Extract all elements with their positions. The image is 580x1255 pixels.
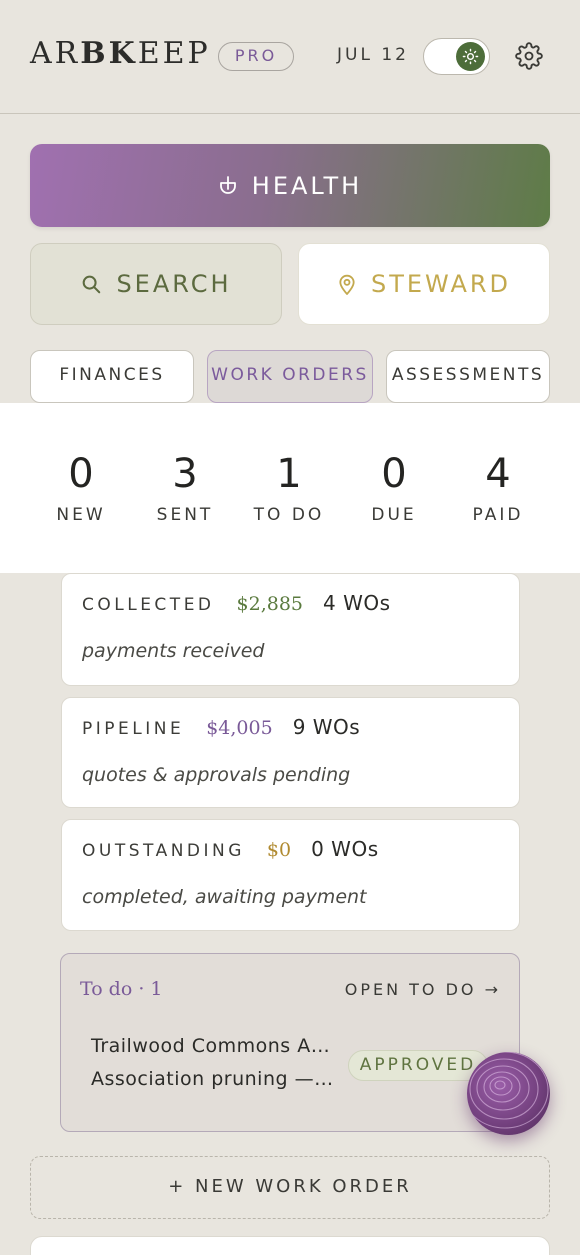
pro-badge: PRO xyxy=(218,42,294,71)
tab-finances[interactable]: FINANCES xyxy=(30,350,194,403)
toggle-knob xyxy=(456,42,485,71)
shovel-icon xyxy=(219,175,236,194)
next-section-card xyxy=(30,1236,550,1255)
stat-value: 3 xyxy=(172,451,198,497)
stat-value: 1 xyxy=(276,451,302,497)
stat-paid[interactable]: 4 PAID xyxy=(443,451,553,525)
search-button[interactable]: SEARCH xyxy=(30,243,282,325)
card-title: OUTSTANDING xyxy=(82,841,245,861)
stat-label: DUE xyxy=(371,505,417,525)
health-button[interactable]: HEALTH xyxy=(30,144,550,227)
stat-label: PAID xyxy=(472,505,524,525)
logo-text-bold: BK xyxy=(80,36,138,71)
card-amount: $2,885 xyxy=(236,593,304,615)
pipeline-card[interactable]: PIPELINE $4,005 9 WOs quotes & approvals… xyxy=(61,697,520,808)
assistant-orb-button[interactable] xyxy=(467,1052,550,1135)
steward-label: STEWARD xyxy=(370,270,512,298)
app-header: ARBKEEP PRO JUL 12 xyxy=(0,0,580,114)
settings-gear-icon[interactable] xyxy=(515,42,543,70)
stat-value: 0 xyxy=(381,451,407,497)
collected-card[interactable]: COLLECTED $2,885 4 WOs payments received xyxy=(61,573,520,686)
logo-text-2: EEP xyxy=(137,36,211,71)
health-label: HEALTH xyxy=(251,171,363,200)
todo-item-title[interactable]: Trailwood Commons A… xyxy=(91,1035,330,1057)
todo-title: To do · 1 xyxy=(80,978,163,1000)
card-header: COLLECTED $2,885 4 WOs xyxy=(82,591,391,615)
tab-work-orders[interactable]: WORK ORDERS xyxy=(207,350,373,403)
stat-value: 4 xyxy=(485,451,511,497)
card-title: PIPELINE xyxy=(82,719,185,739)
todo-item-subtitle[interactable]: Association pruning —… xyxy=(91,1068,334,1090)
card-title: COLLECTED xyxy=(82,595,215,615)
card-wo-count: 0 WOs xyxy=(311,837,379,861)
stat-label: TO DO xyxy=(253,505,325,525)
approved-status-badge: APPROVED xyxy=(348,1050,488,1081)
current-date: JUL 12 xyxy=(337,45,409,65)
steward-button[interactable]: STEWARD xyxy=(298,243,550,325)
work-order-stats: 0 NEW 3 SENT 1 TO DO 0 DUE 4 PAID xyxy=(0,403,580,573)
tree-rings-icon xyxy=(467,1052,549,1129)
logo-text-1: AR xyxy=(30,36,81,71)
app-logo[interactable]: ARBKEEP xyxy=(30,36,211,72)
stat-sent[interactable]: 3 SENT xyxy=(130,451,240,525)
new-work-order-button[interactable]: + NEW WORK ORDER xyxy=(30,1156,550,1219)
outstanding-card[interactable]: OUTSTANDING $0 0 WOs completed, awaiting… xyxy=(61,819,520,931)
stat-new[interactable]: 0 NEW xyxy=(26,451,136,525)
card-subtitle: payments received xyxy=(82,640,265,662)
stat-label: NEW xyxy=(56,505,106,525)
theme-toggle[interactable] xyxy=(423,38,490,75)
search-icon xyxy=(83,275,101,294)
open-todo-link[interactable]: OPEN TO DO → xyxy=(345,980,501,999)
card-amount: $4,005 xyxy=(206,717,273,739)
card-header: PIPELINE $4,005 9 WOs xyxy=(82,715,360,739)
tab-assessments[interactable]: ASSESSMENTS xyxy=(386,350,550,403)
card-header: OUTSTANDING $0 0 WOs xyxy=(82,837,379,861)
stat-to-do[interactable]: 1 TO DO xyxy=(234,451,344,525)
card-wo-count: 9 WOs xyxy=(292,715,361,739)
map-pin-icon xyxy=(339,274,355,295)
stat-value: 0 xyxy=(68,451,94,497)
stat-due[interactable]: 0 DUE xyxy=(339,451,449,525)
todo-panel: To do · 1 OPEN TO DO → Trailwood Commons… xyxy=(60,953,520,1132)
stat-label: SENT xyxy=(156,505,214,525)
card-subtitle: quotes & approvals pending xyxy=(82,764,351,786)
sun-icon xyxy=(462,48,479,65)
search-label: SEARCH xyxy=(116,270,232,298)
card-wo-count: 4 WOs xyxy=(323,591,391,615)
card-amount: $0 xyxy=(266,839,292,861)
card-subtitle: completed, awaiting payment xyxy=(82,886,367,908)
